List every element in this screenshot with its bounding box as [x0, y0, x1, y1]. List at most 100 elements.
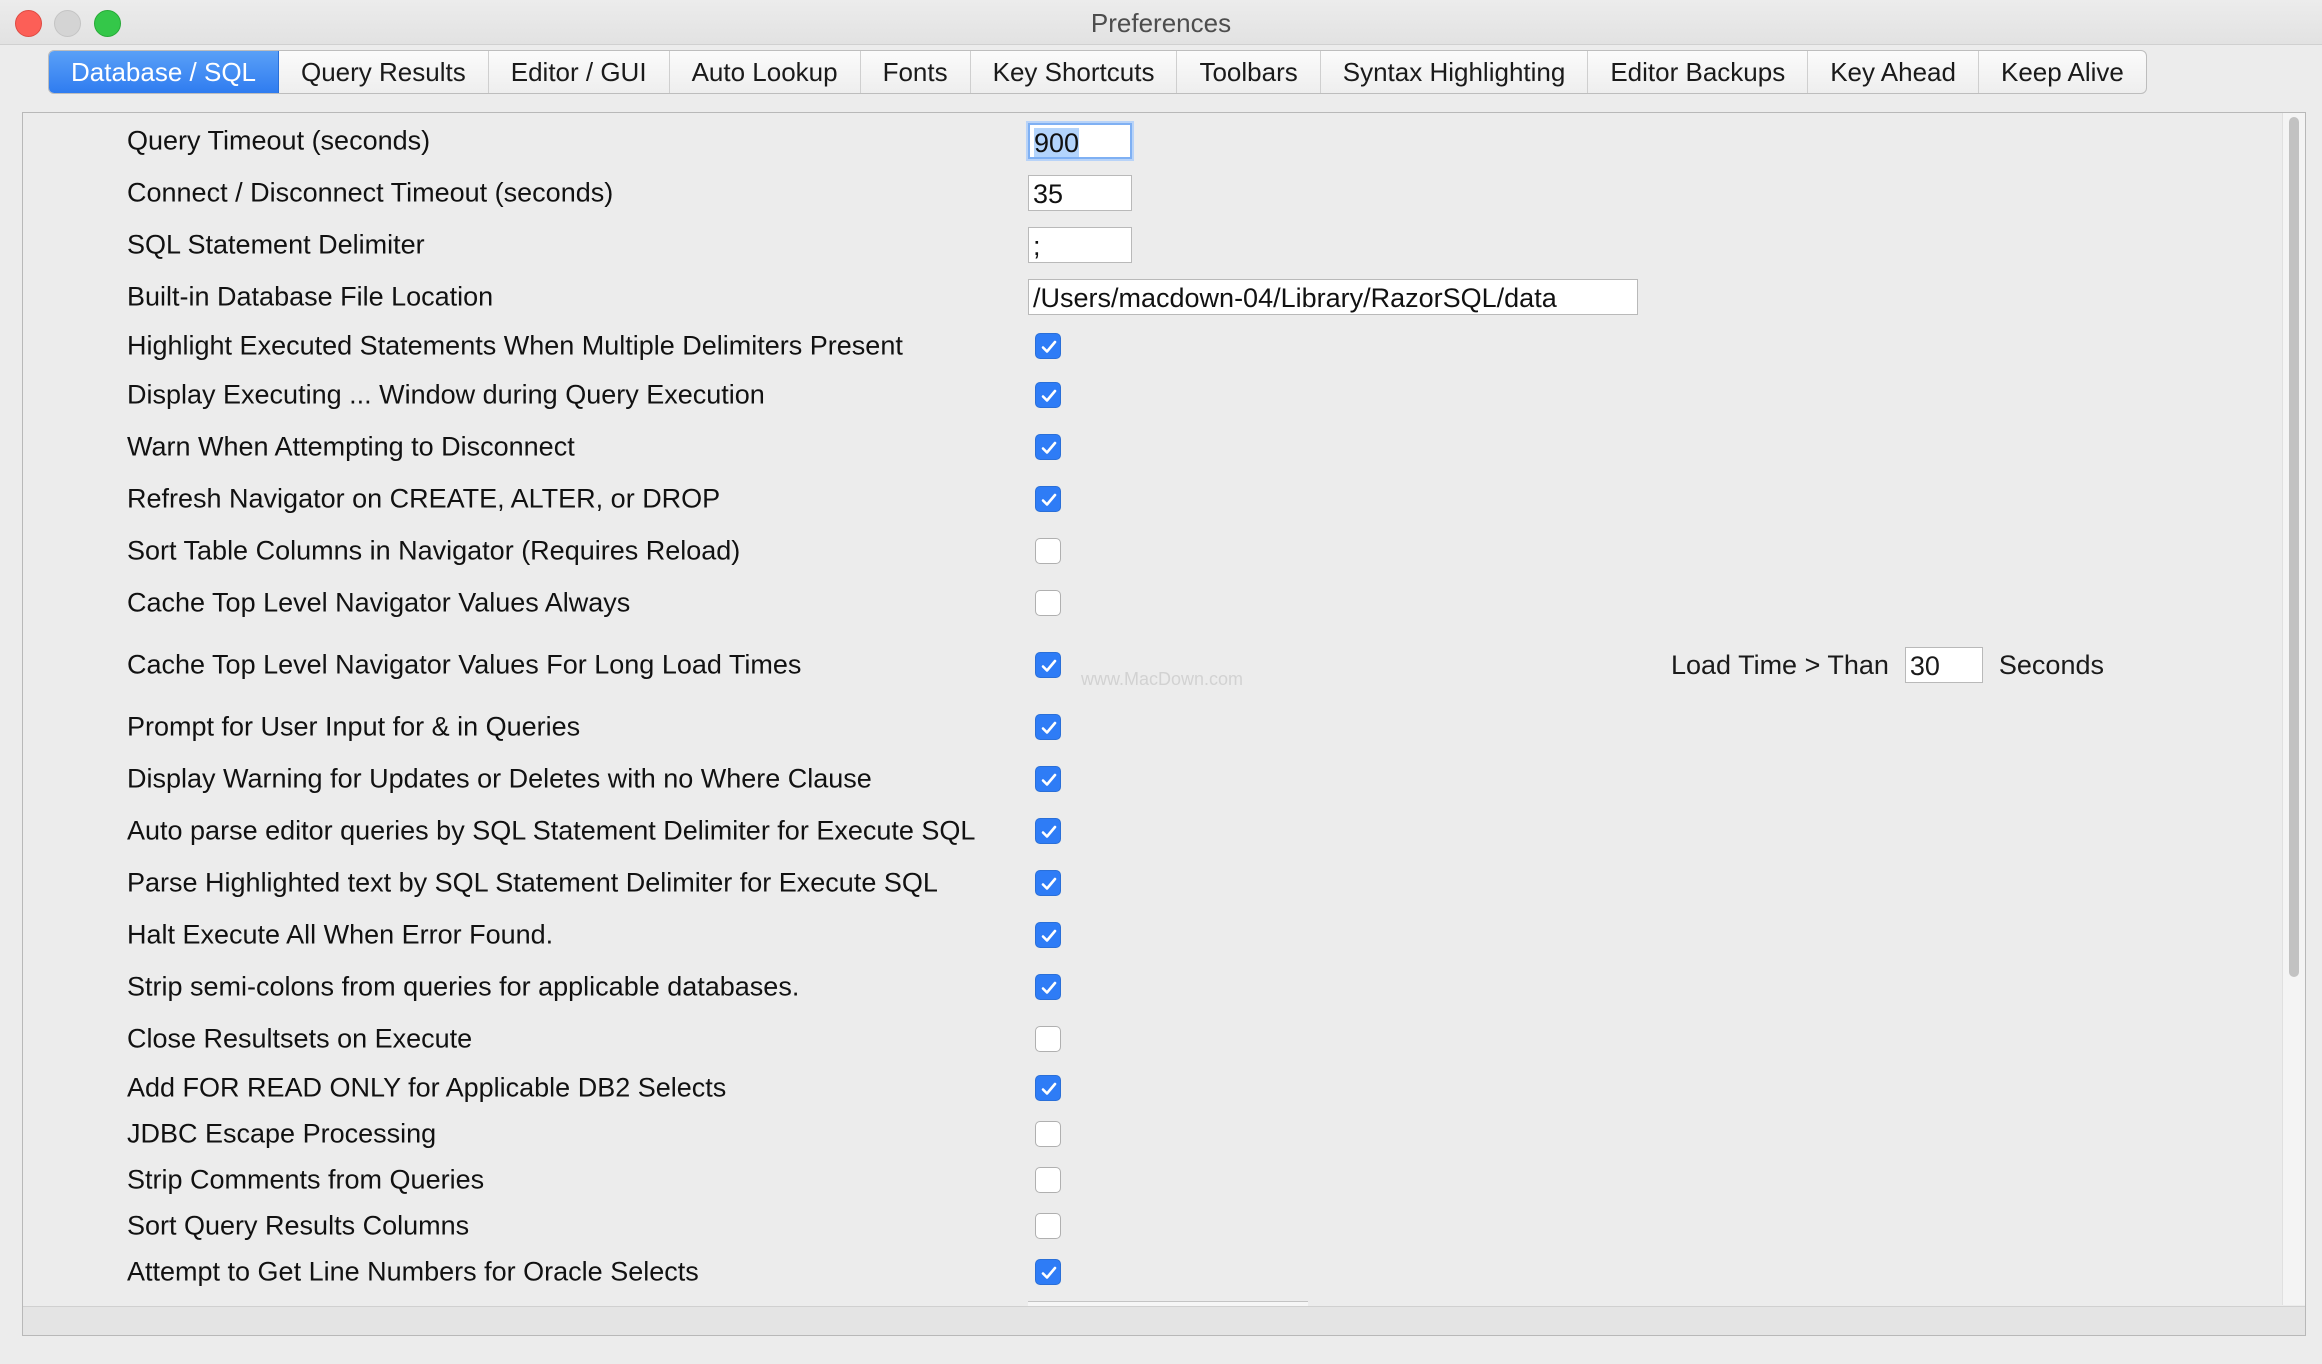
option-row: Strip semi-colons from queries for appli… [23, 967, 2273, 1007]
window-title: Preferences [1090, 8, 1232, 38]
option-row: Cache Top Level Navigator Values Always [23, 583, 2273, 623]
option-checkbox[interactable] [1035, 652, 1061, 678]
option-label: Parse Highlighted text by SQL Statement … [127, 867, 938, 898]
option-checkbox[interactable] [1035, 1213, 1061, 1239]
option-label: Auto parse editor queries by SQL Stateme… [127, 815, 976, 846]
option-label: Display Warning for Updates or Deletes w… [127, 763, 872, 794]
setting-row: Connect / Disconnect Timeout (seconds) 3… [23, 173, 2273, 213]
option-checkbox[interactable] [1035, 714, 1061, 740]
tab-fonts[interactable]: Fonts [861, 51, 971, 93]
checkmark-icon [1041, 441, 1057, 454]
checkmark-icon [1041, 721, 1057, 734]
tab-editor-backups[interactable]: Editor Backups [1588, 51, 1809, 93]
option-label: Refresh Navigator on CREATE, ALTER, or D… [127, 483, 721, 514]
db-file-location-input[interactable]: /Users/macdown-04/Library/RazorSQL/data [1028, 279, 1638, 315]
option-row: Refresh Navigator on CREATE, ALTER, or D… [23, 479, 2273, 519]
query-timeout-input[interactable]: 900 [1028, 123, 1132, 159]
option-label: JDBC Escape Processing [127, 1118, 437, 1149]
title-bar: Preferences [0, 0, 2322, 45]
checkmark-icon [1041, 340, 1057, 353]
tab-keep-alive[interactable]: Keep Alive [1979, 51, 2146, 93]
option-checkbox[interactable] [1035, 1259, 1061, 1285]
option-label: Sort Table Columns in Navigator (Require… [127, 535, 741, 566]
option-checkbox[interactable] [1035, 434, 1061, 460]
vertical-scrollbar[interactable] [2282, 113, 2305, 1305]
checkmark-icon [1041, 825, 1057, 838]
option-label: Highlight Executed Statements When Multi… [127, 330, 903, 361]
option-row: Auto parse editor queries by SQL Stateme… [23, 811, 2273, 851]
option-label: Sort Query Results Columns [127, 1210, 470, 1241]
option-label: Strip Comments from Queries [127, 1164, 485, 1195]
tab-syntax-highlighting[interactable]: Syntax Highlighting [1321, 51, 1589, 93]
option-row: Prompt for User Input for & in Queries [23, 707, 2273, 747]
option-row: Sort Table Columns in Navigator (Require… [23, 531, 2273, 571]
connect-timeout-label: Connect / Disconnect Timeout (seconds) [127, 177, 614, 208]
load-time-label: Load Time > Than [1671, 649, 1889, 680]
panel-footer [23, 1306, 2305, 1335]
load-time-unit: Seconds [1998, 649, 2104, 680]
option-label: Display Executing ... Window during Quer… [127, 379, 765, 410]
checkmark-icon [1041, 929, 1057, 942]
option-checkbox[interactable] [1035, 333, 1061, 359]
option-row: Highlight Executed Statements When Multi… [23, 326, 2273, 366]
option-checkbox[interactable] [1035, 922, 1061, 948]
option-checkbox[interactable] [1035, 486, 1061, 512]
option-checkbox[interactable] [1035, 1121, 1061, 1147]
connect-timeout-input[interactable]: 35 [1028, 175, 1132, 211]
option-label: Prompt for User Input for & in Queries [127, 711, 581, 742]
scrollbar-thumb[interactable] [2289, 117, 2299, 977]
tab-toolbars[interactable]: Toolbars [1177, 51, 1321, 93]
option-checkbox[interactable] [1035, 870, 1061, 896]
option-row: Add FOR READ ONLY for Applicable DB2 Sel… [23, 1068, 2273, 1108]
option-label: Cache Top Level Navigator Values For Lon… [127, 649, 802, 680]
option-row: JDBC Escape Processing [23, 1114, 2273, 1154]
option-label: Strip semi-colons from queries for appli… [127, 971, 800, 1002]
checkmark-icon [1041, 1266, 1057, 1279]
option-checkbox[interactable] [1035, 974, 1061, 1000]
checkmark-icon [1041, 981, 1057, 994]
delimiter-label: SQL Statement Delimiter [127, 229, 425, 260]
tab-key-shortcuts[interactable]: Key Shortcuts [971, 51, 1178, 93]
load-time-group: Load Time > Than 30 Seconds [1671, 647, 2104, 683]
option-checkbox[interactable] [1035, 538, 1061, 564]
option-row: Warn When Attempting to Disconnect [23, 427, 2273, 467]
option-row: Strip Comments from Queries [23, 1160, 2273, 1200]
checkmark-icon [1041, 1082, 1057, 1095]
option-checkbox[interactable] [1035, 1075, 1061, 1101]
option-row: Display Executing ... Window during Quer… [23, 375, 2273, 415]
setting-row: Query Timeout (seconds) 900 [23, 121, 2273, 161]
checkmark-icon [1041, 659, 1057, 672]
db-file-location-label: Built-in Database File Location [127, 281, 494, 312]
option-row: Attempt to Get Line Numbers for Oracle S… [23, 1252, 2273, 1292]
load-time-input[interactable]: 30 [1904, 647, 1983, 683]
delimiter-input[interactable]: ; [1028, 227, 1132, 263]
option-checkbox[interactable] [1035, 766, 1061, 792]
option-checkbox[interactable] [1035, 590, 1061, 616]
option-checkbox[interactable] [1035, 382, 1061, 408]
watermark: www.MacDown.com [1081, 669, 1244, 689]
tab-key-ahead[interactable]: Key Ahead [1808, 51, 1979, 93]
option-checkbox[interactable] [1035, 1167, 1061, 1193]
option-label: Warn When Attempting to Disconnect [127, 431, 575, 462]
checkmark-icon [1041, 493, 1057, 506]
option-checkbox[interactable] [1035, 1026, 1061, 1052]
checkmark-icon [1041, 773, 1057, 786]
option-row: Close Resultsets on Execute [23, 1019, 2273, 1059]
option-label: Add FOR READ ONLY for Applicable DB2 Sel… [127, 1072, 727, 1103]
option-label: Attempt to Get Line Numbers for Oracle S… [127, 1256, 699, 1287]
checkmark-icon [1041, 389, 1057, 402]
option-label: Cache Top Level Navigator Values Always [127, 587, 631, 618]
option-row: Sort Query Results Columns [23, 1206, 2273, 1246]
option-label: Close Resultsets on Execute [127, 1023, 473, 1054]
tab-auto-lookup[interactable]: Auto Lookup [670, 51, 861, 93]
tab-database-sql[interactable]: Database / SQL [49, 51, 279, 93]
tab-editor-gui[interactable]: Editor / GUI [489, 51, 670, 93]
tab-query-results[interactable]: Query Results [279, 51, 489, 93]
query-timeout-label: Query Timeout (seconds) [127, 125, 431, 156]
checkmark-icon [1041, 877, 1057, 890]
setting-row: Built-in Database File Location /Users/m… [23, 277, 2273, 317]
option-row: Halt Execute All When Error Found. [23, 915, 2273, 955]
query-timeout-value: 900 [1034, 128, 1080, 158]
option-row: Display Warning for Updates or Deletes w… [23, 759, 2273, 799]
option-checkbox[interactable] [1035, 818, 1061, 844]
